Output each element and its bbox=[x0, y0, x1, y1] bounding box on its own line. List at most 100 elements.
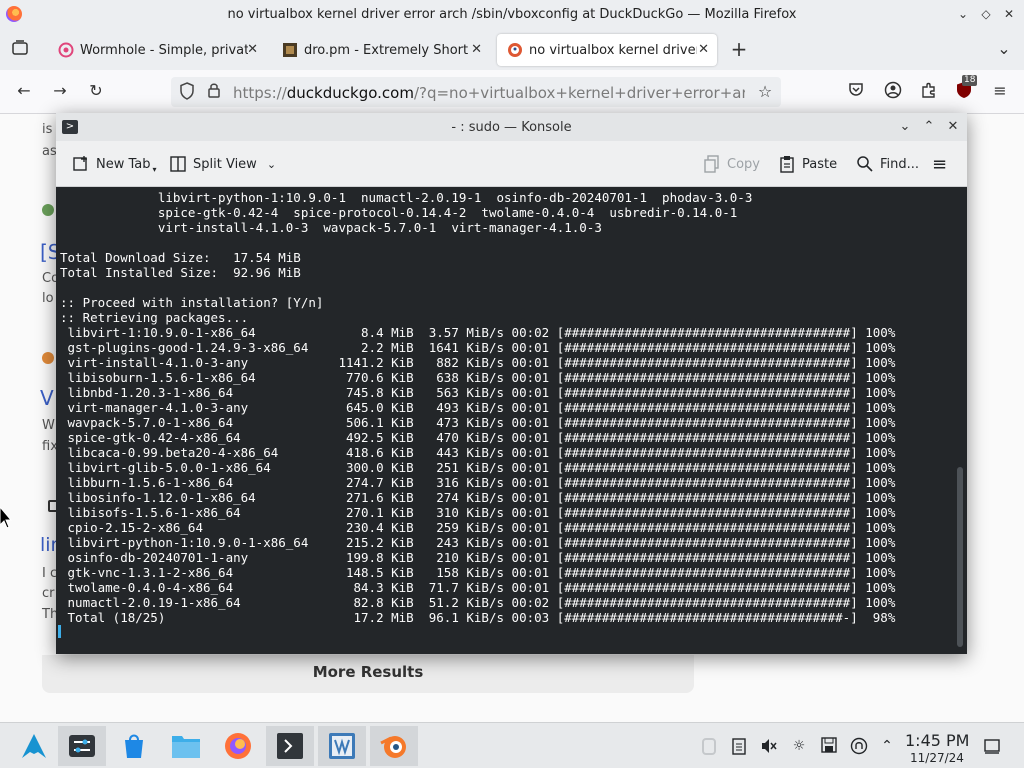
tab-wormhole[interactable]: Wormhole - Simple, privat ✕ bbox=[48, 34, 266, 66]
terminal-line: libburn-1.5.6-1-x86_64 274.7 KiB 316 KiB… bbox=[60, 475, 896, 490]
terminal-line: libisoburn-1.5.6-1-x86_64 770.6 KiB 638 … bbox=[60, 370, 896, 385]
konsole-maximize-button[interactable]: ⌃ bbox=[920, 118, 938, 136]
terminal-line: libisofs-1.5.6-1-x86_64 270.1 KiB 310 Ki… bbox=[60, 505, 896, 520]
tab-close-icon[interactable]: ✕ bbox=[698, 42, 709, 57]
terminal-output: libvirt-python-1:10.9.0-1 numactl-2.0.19… bbox=[60, 190, 895, 625]
terminal-line: Total (18/25) 17.2 MiB 96.1 KiB/s 00:03 … bbox=[60, 610, 896, 625]
terminal-line: gst-plugins-good-1.24.9-3-x86_64 2.2 MiB… bbox=[60, 340, 896, 355]
terminal-line: libcaca-0.99.beta20-4-x86_64 418.6 KiB 4… bbox=[60, 445, 896, 460]
clock-time[interactable]: 1:45 PM bbox=[905, 731, 969, 750]
chevron-down-icon[interactable]: ⌄ bbox=[267, 158, 276, 171]
paste-button[interactable]: Paste bbox=[778, 153, 837, 175]
terminal-view[interactable]: libvirt-python-1:10.9.0-1 numactl-2.0.19… bbox=[56, 187, 954, 654]
result-favicon bbox=[42, 352, 54, 364]
konsole-titlebar: > - : sudo — Konsole ⌄ ⌃ ✕ bbox=[56, 113, 967, 141]
duckduckgo-favicon bbox=[507, 42, 523, 58]
result-title-fragment[interactable]: V bbox=[40, 386, 54, 410]
terminal-line: spice-gtk-0.42-4-x86_64 492.5 KiB 470 Ki… bbox=[60, 430, 896, 445]
maximize-button[interactable]: ◇ bbox=[978, 6, 994, 22]
app-menu-icon[interactable]: ≡ bbox=[990, 81, 1010, 101]
pocket-icon[interactable] bbox=[846, 81, 866, 101]
wormhole-favicon bbox=[58, 42, 74, 58]
virt-manager-icon[interactable] bbox=[318, 726, 366, 766]
result-favicon bbox=[42, 204, 54, 216]
scrollbar-thumb[interactable] bbox=[957, 467, 963, 647]
file-manager-icon[interactable] bbox=[162, 726, 210, 766]
firefox-view-icon[interactable] bbox=[10, 39, 30, 59]
terminal-line: libvirt-python-1:10.9.0-1 numactl-2.0.19… bbox=[60, 190, 753, 205]
account-icon[interactable] bbox=[883, 81, 903, 101]
terminal-cursor bbox=[58, 625, 61, 638]
new-tab-label: New Tab bbox=[96, 156, 151, 172]
terminal-scrollbar[interactable] bbox=[954, 187, 967, 654]
terminal-line: :: Proceed with installation? [Y/n] bbox=[60, 295, 324, 310]
result-snippet-fragment: lo bbox=[42, 291, 54, 306]
ublock-origin-icon[interactable]: 18 bbox=[954, 75, 978, 101]
discover-store-icon[interactable] bbox=[110, 726, 158, 766]
update-notifier-icon[interactable] bbox=[850, 737, 868, 755]
find-label: Find... bbox=[880, 156, 920, 172]
reload-icon[interactable]: ↻ bbox=[86, 81, 106, 101]
close-window-button[interactable]: ✕ bbox=[1001, 6, 1017, 22]
terminal-line: twolame-0.4.0-4-x86_64 84.3 KiB 71.7 KiB… bbox=[60, 580, 896, 595]
back-icon[interactable]: ← bbox=[14, 81, 34, 101]
copy-label: Copy bbox=[727, 156, 760, 172]
konsole-toolbar: New Tab ▾ Split View ⌄ Copy Paste Find..… bbox=[56, 141, 967, 187]
result-snippet-fragment: W bbox=[42, 418, 55, 433]
brightness-icon[interactable]: ☼ bbox=[790, 737, 808, 755]
tab-close-icon[interactable]: ✕ bbox=[247, 42, 258, 57]
konsole-title: - : sudo — Konsole bbox=[451, 120, 572, 135]
clipboard-tray-icon[interactable] bbox=[700, 737, 718, 755]
terminal-line: wavpack-5.7.0-1-x86_64 506.1 KiB 473 KiB… bbox=[60, 415, 896, 430]
tab-label: dro.pm - Extremely Short | bbox=[304, 42, 472, 58]
more-results-button[interactable]: More Results bbox=[42, 655, 694, 693]
notes-tray-icon[interactable] bbox=[730, 737, 748, 755]
terminal-line: spice-gtk-0.42-4 spice-protocol-0.14.4-2… bbox=[60, 205, 738, 220]
terminal-line: libvirt-1:10.9.0-1-x86_64 8.4 MiB 3.57 M… bbox=[60, 325, 896, 340]
extensions-icon[interactable] bbox=[919, 81, 939, 101]
copy-button[interactable]: Copy bbox=[703, 153, 760, 175]
lock-icon[interactable] bbox=[204, 82, 224, 102]
terminal-line: virt-install-4.1.0-3-any 1141.2 KiB 882 … bbox=[60, 355, 896, 370]
tab-close-icon[interactable]: ✕ bbox=[471, 42, 482, 57]
split-view-label: Split View bbox=[193, 156, 257, 172]
disk-save-icon[interactable] bbox=[820, 737, 838, 755]
result-snippet-fragment: as bbox=[42, 144, 57, 159]
terminal-line: libvirt-glib-5.0.0-1-x86_64 300.0 KiB 25… bbox=[60, 460, 896, 475]
find-button[interactable]: Find... bbox=[856, 153, 919, 175]
arch-launcher-icon[interactable] bbox=[10, 726, 58, 766]
url-path: /?q=no+virtualbox+kernel+driver+error+ar… bbox=[413, 84, 745, 102]
hamburger-menu-icon[interactable]: ≡ bbox=[932, 153, 947, 175]
konsole-minimize-button[interactable]: ⌄ bbox=[896, 118, 914, 136]
new-tab-button[interactable]: New Tab ▾ bbox=[72, 153, 157, 175]
clock-date[interactable]: 11/27/24 bbox=[910, 751, 964, 765]
list-all-tabs-icon[interactable]: ⌄ bbox=[994, 39, 1014, 59]
konsole-close-button[interactable]: ✕ bbox=[944, 118, 962, 136]
system-settings-icon[interactable] bbox=[58, 726, 106, 766]
url-bar[interactable]: https://duckduckgo.com/?q=no+virtualbox+… bbox=[171, 77, 781, 107]
split-view-button[interactable]: Split View ⌄ bbox=[169, 153, 276, 175]
show-desktop-icon[interactable] bbox=[983, 737, 1001, 755]
firefox-icon[interactable] bbox=[214, 726, 262, 766]
terminal-line: osinfo-db-20240701-1-any 199.8 KiB 210 K… bbox=[60, 550, 896, 565]
tab-dropm[interactable]: dro.pm - Extremely Short | ✕ bbox=[272, 34, 490, 66]
paste-label: Paste bbox=[802, 156, 838, 172]
minimize-button[interactable]: ⌄ bbox=[955, 6, 971, 22]
konsole-icon[interactable] bbox=[266, 726, 314, 766]
volume-muted-icon[interactable] bbox=[760, 737, 778, 755]
tab-duckduckgo[interactable]: no virtualbox kernel driver ✕ bbox=[497, 34, 717, 66]
taskbar: ☼ ⌃ 1:45 PM 11/27/24 bbox=[0, 722, 1024, 768]
paste-icon bbox=[778, 155, 796, 173]
bookmark-star-icon[interactable]: ☆ bbox=[755, 82, 775, 102]
new-tab-icon bbox=[72, 155, 90, 173]
show-hidden-icons-chevron-icon[interactable]: ⌃ bbox=[878, 737, 896, 755]
extension-badge: 18 bbox=[962, 75, 978, 86]
new-tab-icon[interactable]: + bbox=[729, 39, 749, 59]
tracking-protection-icon[interactable] bbox=[177, 82, 197, 102]
terminal-line: libvirt-python-1:10.9.0-1-x86_64 215.2 K… bbox=[60, 535, 896, 550]
new-tab-dropdown-icon[interactable]: ▾ bbox=[153, 165, 157, 174]
blender-icon[interactable] bbox=[370, 726, 418, 766]
url-text[interactable]: https://duckduckgo.com/?q=no+virtualbox+… bbox=[233, 84, 745, 102]
forward-icon[interactable]: → bbox=[50, 81, 70, 101]
